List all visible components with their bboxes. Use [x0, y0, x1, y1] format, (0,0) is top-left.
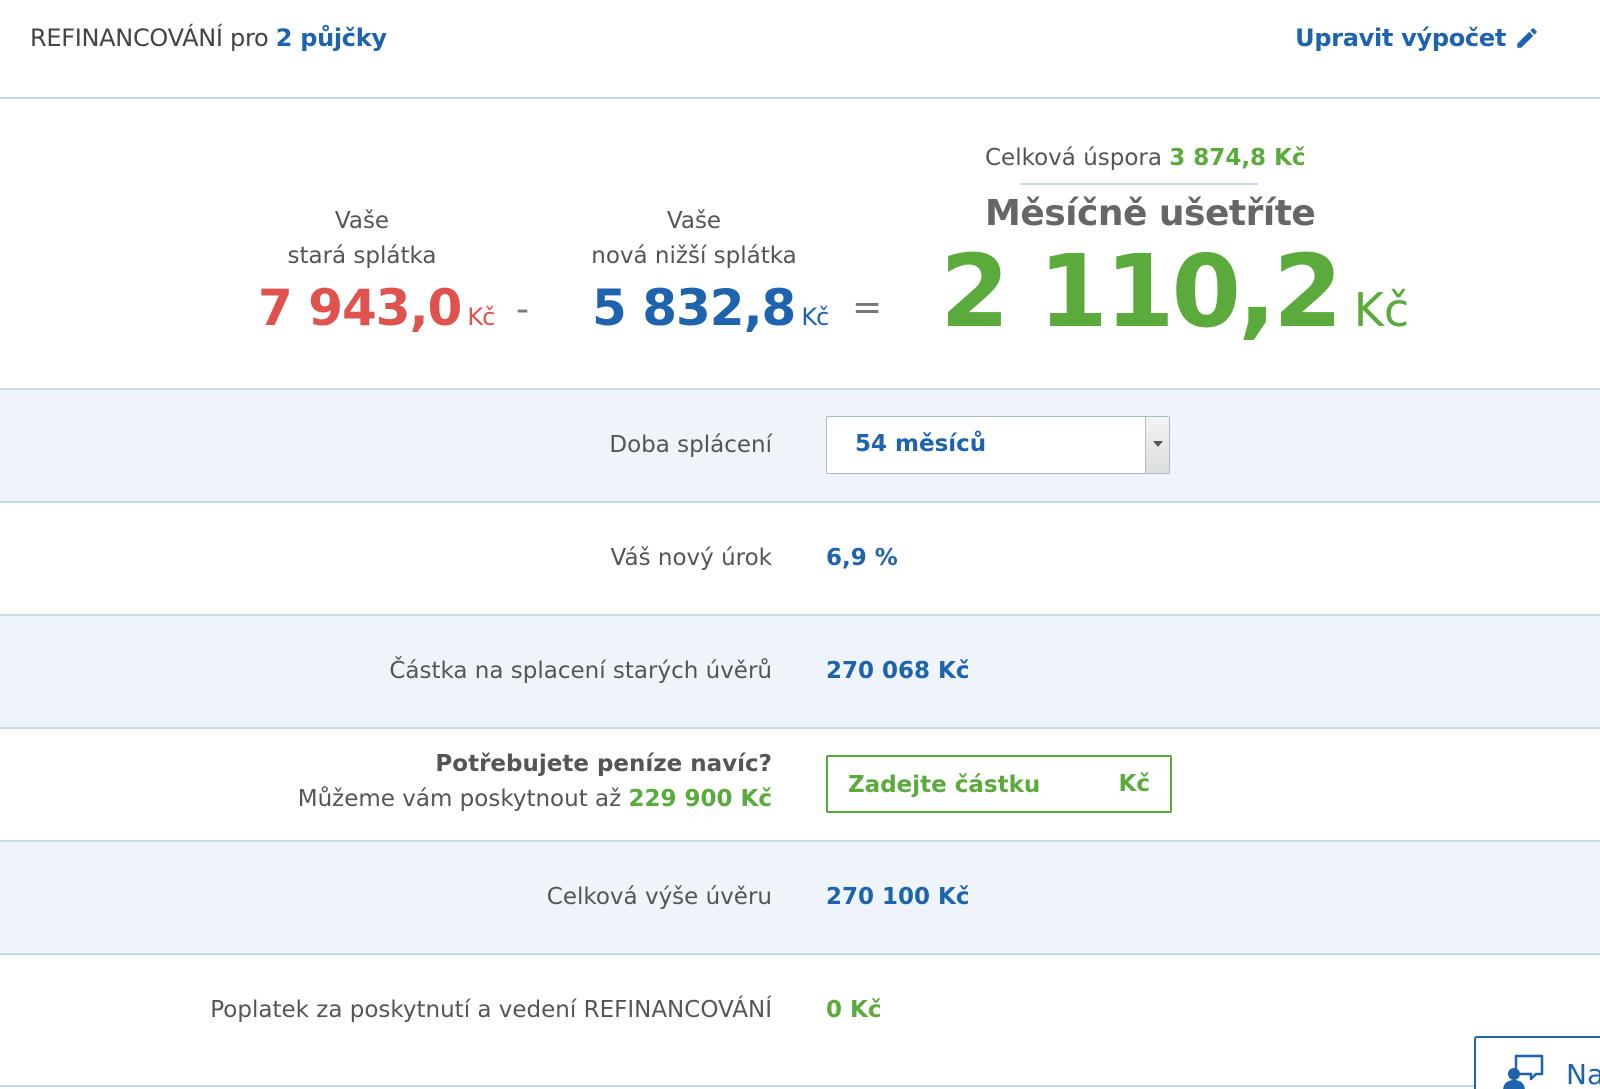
- extra-money-row: Potřebujete peníze navíc? Můžeme vám pos…: [0, 727, 1600, 840]
- total-loan-row: Celková výše úvěru 270 100 Kč: [0, 840, 1600, 953]
- minus-sign: -: [516, 289, 529, 330]
- new-payment-amount: 5 832,8: [592, 279, 796, 337]
- term-row: Doba splácení 54 měsíců: [0, 388, 1600, 501]
- extra-amount-unit: Kč: [1118, 771, 1150, 797]
- new-payment-value: 5 832,8 Kč: [592, 279, 829, 337]
- pencil-icon: [1517, 28, 1537, 48]
- payoff-label: Částka na splacení starých úvěrů: [389, 658, 772, 684]
- extra-money-max: 229 900 Kč: [628, 786, 773, 812]
- new-payment-unit: Kč: [801, 303, 829, 331]
- fee-value: 0 Kč: [826, 997, 882, 1023]
- edit-calculation-link[interactable]: Upravit výpočet: [1295, 24, 1540, 52]
- fee-row: Poplatek za poskytnutí a vedení REFINANC…: [0, 953, 1600, 1089]
- old-payment-value: 7 943,0 Kč: [258, 279, 495, 337]
- old-payment-amount: 7 943,0: [258, 279, 462, 337]
- extra-amount-input[interactable]: [848, 769, 1108, 801]
- total-savings-value: 3 874,8 Kč: [1169, 145, 1306, 171]
- interest-label: Váš nový úrok: [610, 545, 772, 571]
- chat-label: Na: [1566, 1058, 1600, 1089]
- new-payment-label-line2: nová nižší splátka: [591, 243, 797, 269]
- monthly-savings-value: 2 110,2 Kč: [940, 233, 1409, 350]
- page-title: REFINANCOVÁNÍ pro 2 půjčky: [30, 24, 387, 52]
- extra-amount-field[interactable]: Kč: [826, 755, 1172, 813]
- total-loan-label: Celková výše úvěru: [546, 884, 772, 910]
- monthly-savings-amount: 2 110,2: [940, 233, 1343, 350]
- total-savings: Celková úspora 3 874,8 Kč: [985, 145, 1306, 171]
- term-selected-value: 54 měsíců: [855, 431, 987, 457]
- monthly-savings-unit: Kč: [1353, 283, 1410, 337]
- header: REFINANCOVÁNÍ pro 2 půjčky Upravit výpoč…: [0, 0, 1600, 99]
- old-payment-label-line2: stará splátka: [287, 243, 437, 269]
- edit-calculation-label: Upravit výpočet: [1295, 24, 1506, 52]
- total-savings-label: Celková úspora: [985, 145, 1162, 171]
- term-select[interactable]: 54 měsíců: [826, 416, 1170, 474]
- extra-money-offer-text: Můžeme vám poskytnout až: [297, 786, 622, 812]
- dropdown-arrow-icon[interactable]: [1145, 417, 1169, 473]
- payoff-row: Částka na splacení starých úvěrů 270 068…: [0, 614, 1600, 727]
- title-prefix: REFINANCOVÁNÍ pro: [30, 24, 269, 52]
- bottom-divider: [0, 1085, 1600, 1087]
- total-loan-value: 270 100 Kč: [826, 884, 970, 910]
- interest-value: 6,9 %: [826, 545, 898, 571]
- monthly-savings-label: Měsíčně ušetříte: [985, 193, 1316, 234]
- savings-summary: Vaše stará splátka 7 943,0 Kč - Vaše nová…: [0, 101, 1600, 388]
- old-payment-label-line1: Vaše: [334, 208, 390, 234]
- extra-money-offer: Můžeme vám poskytnout až 229 900 Kč: [298, 786, 772, 812]
- chat-icon: [1503, 1054, 1544, 1089]
- total-savings-underline: [1020, 183, 1258, 185]
- chat-button[interactable]: Na: [1474, 1036, 1600, 1089]
- interest-row: Váš nový úrok 6,9 %: [0, 501, 1600, 614]
- new-payment-label: Vaše nová nižší splátka: [580, 204, 808, 274]
- old-payment-label: Vaše stará splátka: [262, 204, 462, 274]
- fee-label: Poplatek za poskytnutí a vedení REFINANC…: [210, 997, 772, 1023]
- extra-money-question: Potřebujete peníze navíc?: [435, 751, 772, 777]
- payoff-value: 270 068 Kč: [826, 658, 970, 684]
- equals-sign: =: [852, 287, 883, 328]
- term-label: Doba splácení: [609, 432, 772, 458]
- loan-count[interactable]: 2 půjčky: [276, 24, 387, 52]
- old-payment-unit: Kč: [467, 303, 495, 331]
- new-payment-label-line1: Vaše: [666, 208, 722, 234]
